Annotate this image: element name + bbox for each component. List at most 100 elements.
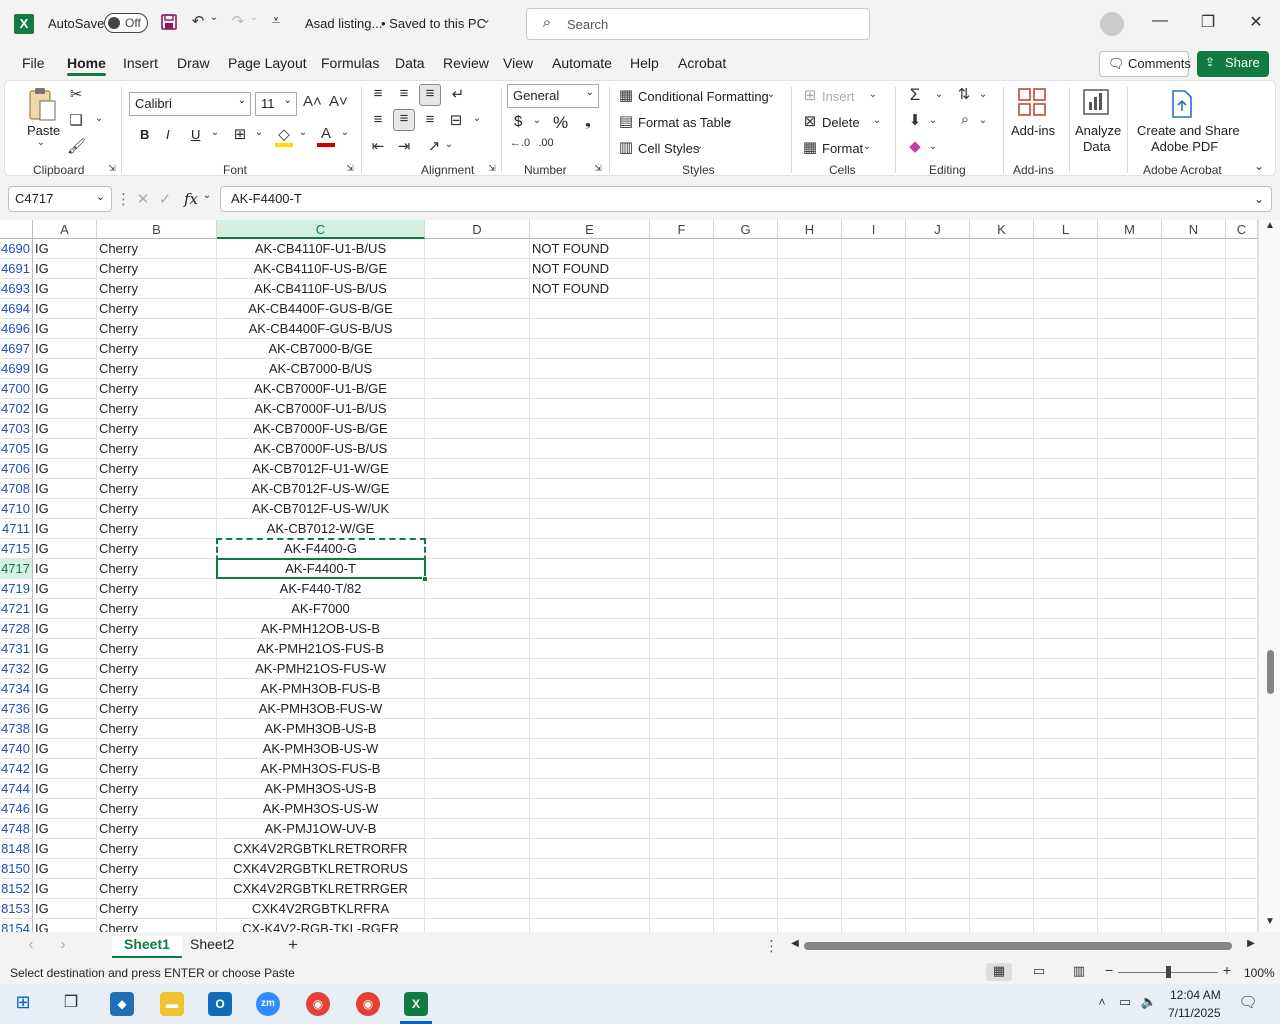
cell-l[interactable]	[1034, 619, 1098, 639]
cell-c[interactable]: AK-PMH3OB-US-B	[217, 719, 425, 739]
cell-g[interactable]	[714, 419, 778, 439]
paste-label[interactable]: Paste	[27, 123, 60, 138]
fill-handle[interactable]	[422, 576, 428, 582]
cell-f[interactable]	[650, 839, 714, 859]
cell-k[interactable]	[970, 839, 1034, 859]
cell-g[interactable]	[714, 559, 778, 579]
cell-m[interactable]	[1098, 359, 1162, 379]
cell-k[interactable]	[970, 919, 1034, 932]
paste-icon[interactable]	[27, 87, 57, 123]
page-break-view-icon[interactable]: ▥	[1070, 963, 1088, 979]
cell-g[interactable]	[714, 379, 778, 399]
row-header[interactable]: 4736	[0, 699, 33, 719]
cell-f[interactable]	[650, 519, 714, 539]
cell-d[interactable]	[425, 479, 530, 499]
cell-b[interactable]: Cherry	[97, 279, 217, 299]
cell-f[interactable]	[650, 479, 714, 499]
format-as-table-icon[interactable]: ▤	[617, 112, 635, 130]
cell-g[interactable]	[714, 739, 778, 759]
cell-b[interactable]: Cherry	[97, 719, 217, 739]
cell-e[interactable]	[530, 619, 650, 639]
cell-a[interactable]: IG	[33, 299, 97, 319]
cell-c[interactable]	[1226, 779, 1258, 799]
cell-c[interactable]	[1226, 499, 1258, 519]
row-header[interactable]: 4734	[0, 679, 33, 699]
cell-i[interactable]	[842, 319, 906, 339]
cell-a[interactable]: IG	[33, 639, 97, 659]
cell-j[interactable]	[906, 839, 970, 859]
row-header[interactable]: 8153	[0, 899, 33, 919]
cell-j[interactable]	[906, 879, 970, 899]
font-name-box[interactable]: Calibri ⌄	[129, 92, 251, 116]
cell-m[interactable]	[1098, 599, 1162, 619]
cell-c[interactable]: AK-PMH3OS-US-W	[217, 799, 425, 819]
cell-j[interactable]	[906, 479, 970, 499]
cell-k[interactable]	[970, 719, 1034, 739]
cell-d[interactable]	[425, 299, 530, 319]
cell-c[interactable]: AK-CB4400F-GUS-B/US	[217, 319, 425, 339]
cell-i[interactable]	[842, 699, 906, 719]
windows-start-icon[interactable]: ⊞	[12, 992, 34, 1013]
cell-h[interactable]	[778, 419, 842, 439]
tab-home[interactable]: Home	[67, 55, 106, 76]
cell-a[interactable]: IG	[33, 359, 97, 379]
column-header-b[interactable]: B	[97, 220, 217, 239]
orientation-dropdown-icon[interactable]: ⌄	[443, 139, 455, 150]
cell-j[interactable]	[906, 619, 970, 639]
cell-n[interactable]	[1162, 339, 1226, 359]
delete-dropdown-icon[interactable]: ⌄	[871, 115, 883, 126]
cell-f[interactable]	[650, 619, 714, 639]
cell-l[interactable]	[1034, 699, 1098, 719]
column-header-j[interactable]: J	[906, 220, 970, 239]
notifications-icon[interactable]: 🗨	[1238, 993, 1258, 1011]
cell-j[interactable]	[906, 659, 970, 679]
cell-d[interactable]	[425, 259, 530, 279]
cell-a[interactable]: IG	[33, 579, 97, 599]
customize-toolbar-icon[interactable]: ⩡	[268, 12, 284, 29]
cell-e[interactable]	[530, 299, 650, 319]
cell-n[interactable]	[1162, 759, 1226, 779]
document-title[interactable]: Asad listing...	[305, 16, 382, 31]
add-ins-icon[interactable]	[1017, 87, 1047, 117]
conditional-formatting-icon[interactable]: ▦	[617, 86, 635, 104]
cell-h[interactable]	[778, 539, 842, 559]
cell-n[interactable]	[1162, 859, 1226, 879]
cell-f[interactable]	[650, 879, 714, 899]
cell-e[interactable]	[530, 359, 650, 379]
cell-n[interactable]	[1162, 499, 1226, 519]
cell-b[interactable]: Cherry	[97, 919, 217, 932]
cell-i[interactable]	[842, 299, 906, 319]
cell-m[interactable]	[1098, 639, 1162, 659]
cell-i[interactable]	[842, 739, 906, 759]
cell-h[interactable]	[778, 659, 842, 679]
cell-d[interactable]	[425, 739, 530, 759]
spreadsheet-grid[interactable]: ABCDEFGHIJKLMNC 4690 IG Cherry AK-CB4110F-U…	[0, 220, 1280, 932]
cell-g[interactable]	[714, 759, 778, 779]
cell-i[interactable]	[842, 659, 906, 679]
format-table-dropdown-icon[interactable]: ⌄	[723, 115, 735, 126]
cell-g[interactable]	[714, 879, 778, 899]
page-layout-view-icon[interactable]: ▭	[1030, 963, 1048, 979]
cell-i[interactable]	[842, 799, 906, 819]
cell-c[interactable]	[1226, 379, 1258, 399]
cell-g[interactable]	[714, 279, 778, 299]
volume-icon[interactable]: 🔈	[1140, 994, 1158, 1010]
row-header[interactable]: 4699	[0, 359, 33, 379]
cell-g[interactable]	[714, 239, 778, 259]
cell-i[interactable]	[842, 779, 906, 799]
cell-a[interactable]: IG	[33, 399, 97, 419]
number-format-box[interactable]: General ⌄	[507, 84, 599, 108]
cell-l[interactable]	[1034, 279, 1098, 299]
cell-l[interactable]	[1034, 259, 1098, 279]
row-header[interactable]: 4738	[0, 719, 33, 739]
cell-b[interactable]: Cherry	[97, 419, 217, 439]
cell-c[interactable]	[1226, 319, 1258, 339]
cell-d[interactable]	[425, 579, 530, 599]
cell-k[interactable]	[970, 419, 1034, 439]
cell-i[interactable]	[842, 239, 906, 259]
cell-a[interactable]: IG	[33, 519, 97, 539]
cell-j[interactable]	[906, 439, 970, 459]
cell-l[interactable]	[1034, 839, 1098, 859]
row-header[interactable]: 4700	[0, 379, 33, 399]
cell-n[interactable]	[1162, 659, 1226, 679]
